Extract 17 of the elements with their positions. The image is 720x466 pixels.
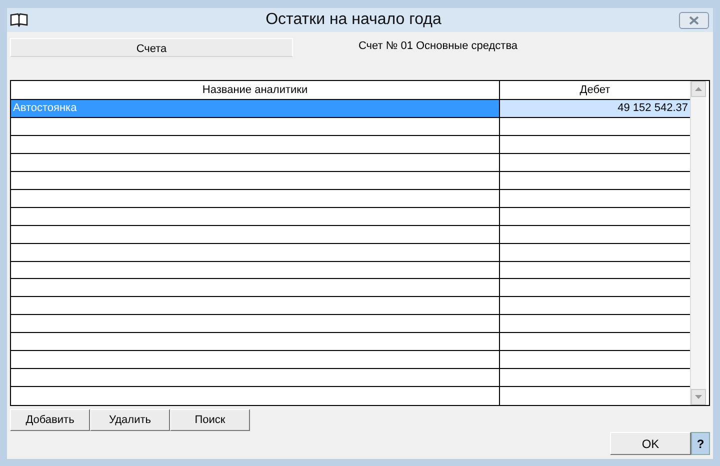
table-cell: 49 152 542.37	[500, 100, 690, 117]
table-row[interactable]: Автостоянка 49 152 542.37	[11, 100, 690, 118]
toolbar-button[interactable]: Добавить	[10, 409, 90, 431]
scroll-down-button[interactable]	[691, 389, 706, 405]
close-icon	[689, 16, 699, 24]
help-button[interactable]: ?	[691, 432, 710, 455]
down-arrow-icon	[695, 395, 702, 399]
close-button[interactable]	[679, 12, 709, 28]
toolbar-button[interactable]: Поиск	[170, 409, 250, 431]
toolbar-button[interactable]: Удалить	[90, 409, 170, 431]
up-arrow-icon	[695, 87, 702, 91]
window-title: Остатки на начало года	[264, 10, 442, 30]
tab[interactable]: Счета	[10, 38, 293, 57]
book-icon	[10, 13, 28, 27]
ok-button[interactable]: OK	[610, 432, 691, 455]
scroll-up-button[interactable]	[691, 81, 706, 97]
scrollbar[interactable]	[690, 81, 706, 405]
